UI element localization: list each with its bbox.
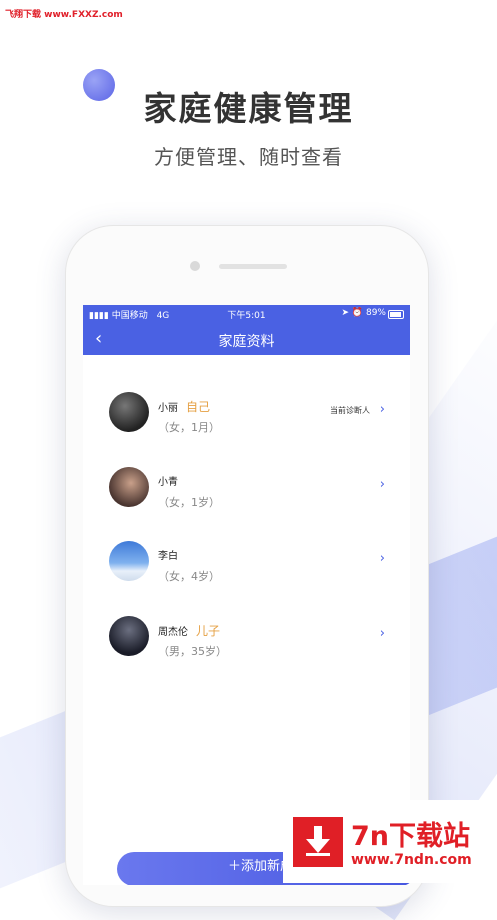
member-info: （女，4岁） bbox=[158, 570, 220, 583]
battery-icon bbox=[388, 310, 404, 319]
member-info: （女，1月） bbox=[158, 421, 220, 434]
member-info: （女，1岁） bbox=[158, 496, 220, 509]
avatar bbox=[109, 392, 149, 432]
member-name: 周杰伦 儿子 bbox=[158, 624, 221, 638]
phone-camera bbox=[190, 261, 200, 271]
logo-main-text: 7n下载站 bbox=[351, 821, 471, 852]
member-info: （男，35岁） bbox=[158, 645, 227, 658]
member-row[interactable]: 李白 （女，4岁） › bbox=[83, 541, 410, 601]
watermark-text: 飞翔下载 www.FXXZ.com bbox=[5, 10, 123, 20]
status-bar: ▮▮▮▮ 中国移动 4G 下午5:01 ➤ ⏰ 89% bbox=[83, 305, 410, 322]
chevron-right-icon: › bbox=[379, 402, 385, 417]
status-right: ➤ ⏰ 89% bbox=[341, 308, 386, 318]
location-icon: ➤ bbox=[341, 308, 350, 318]
logo-url-text: www.7ndn.com bbox=[351, 852, 472, 868]
nav-bar: ‹ 家庭资料 bbox=[83, 322, 410, 355]
page-title: 家庭资料 bbox=[218, 334, 275, 350]
current-patient-badge: 当前诊断人 bbox=[330, 406, 370, 415]
promo-title: 家庭健康管理 bbox=[143, 89, 354, 128]
phone-speaker bbox=[219, 264, 287, 269]
member-row[interactable]: 周杰伦 儿子 （男，35岁） › bbox=[83, 616, 410, 676]
battery-percent: 89% bbox=[365, 308, 386, 318]
avatar bbox=[109, 541, 149, 581]
member-name: 小青 bbox=[158, 477, 178, 488]
promo-subtitle: 方便管理、随时查看 bbox=[154, 145, 343, 169]
phone-screen: ▮▮▮▮ 中国移动 4G 下午5:01 ➤ ⏰ 89% ‹ 家庭资料 小丽 自己 … bbox=[83, 305, 410, 885]
site-logo: 7n下载站 www.7ndn.com bbox=[283, 800, 497, 883]
chevron-right-icon: › bbox=[379, 551, 385, 566]
alarm-icon: ⏰ bbox=[351, 308, 364, 318]
member-tag: 儿子 bbox=[196, 624, 221, 638]
member-row[interactable]: 小丽 自己 （女，1月） 当前诊断人 › bbox=[83, 392, 410, 452]
member-row[interactable]: 小青 （女，1岁） › bbox=[83, 467, 410, 527]
member-name: 小丽 自己 bbox=[158, 400, 211, 414]
avatar bbox=[109, 616, 149, 656]
member-tag: 自己 bbox=[186, 400, 211, 414]
member-name: 李白 bbox=[158, 551, 178, 562]
avatar bbox=[109, 467, 149, 507]
download-icon bbox=[293, 817, 343, 867]
chevron-right-icon: › bbox=[379, 477, 385, 492]
chevron-right-icon: › bbox=[379, 626, 385, 641]
